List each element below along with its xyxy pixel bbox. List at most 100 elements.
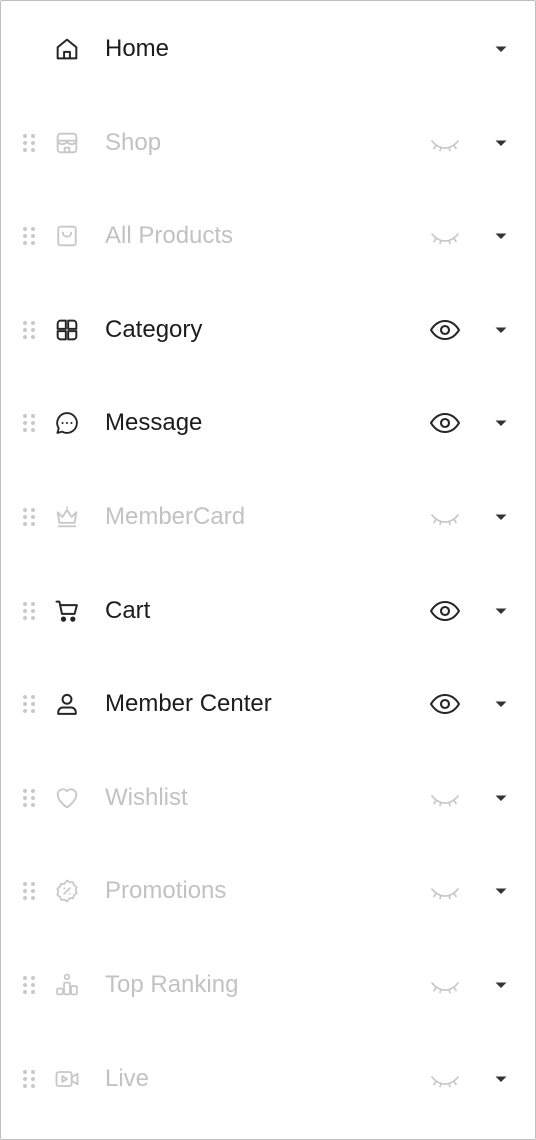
drag-handle[interactable] <box>21 507 37 527</box>
visibility-toggle[interactable] <box>427 408 463 438</box>
expand-button[interactable] <box>489 977 513 993</box>
drag-handle-icon <box>23 695 35 714</box>
drag-handle[interactable] <box>21 601 37 621</box>
nav-item-label: Top Ranking <box>105 971 239 998</box>
nav-item-shop[interactable]: Shop <box>1 113 535 173</box>
nav-item-label: MemberCard <box>105 503 246 530</box>
drag-handle[interactable] <box>21 975 37 995</box>
expand-button[interactable] <box>489 1071 513 1087</box>
drag-handle-icon <box>23 601 35 620</box>
expand-button[interactable] <box>489 603 513 619</box>
caret-down-icon <box>495 1076 507 1082</box>
nav-item-live[interactable]: Live <box>1 1049 535 1109</box>
eye-closed-icon <box>431 1075 459 1087</box>
discount-badge-icon <box>53 877 81 905</box>
eye-closed-icon <box>431 233 459 245</box>
drag-handle[interactable] <box>21 226 37 246</box>
drag-handle-icon <box>23 227 35 246</box>
drag-handle[interactable] <box>21 788 37 808</box>
drag-handle-icon <box>23 976 35 994</box>
expand-button[interactable] <box>489 41 513 57</box>
eye-icon <box>429 694 461 715</box>
drag-handle-icon <box>23 882 35 901</box>
cart-icon <box>53 597 81 625</box>
expand-button[interactable] <box>489 228 513 244</box>
nav-item-home[interactable]: Home <box>1 19 535 79</box>
expand-button[interactable] <box>489 415 513 431</box>
nav-item-label: Shop <box>105 128 162 156</box>
ranking-podium-icon <box>53 971 81 999</box>
drag-handle[interactable] <box>21 320 37 340</box>
nav-item-member-center[interactable]: Member Center <box>1 674 535 734</box>
visibility-toggle[interactable] <box>427 596 463 626</box>
nav-item-top-ranking[interactable]: Top Ranking <box>1 955 535 1015</box>
visibility-toggle[interactable] <box>427 1064 463 1094</box>
expand-button[interactable] <box>489 322 513 338</box>
caret-down-icon <box>495 982 507 988</box>
nav-item-membercard[interactable]: MemberCard <box>1 487 535 547</box>
eye-icon <box>429 600 461 621</box>
caret-down-icon <box>495 795 507 801</box>
expand-button[interactable] <box>489 135 513 151</box>
nav-item-label: All Products <box>105 222 234 250</box>
nav-item-message[interactable]: Message <box>1 393 535 453</box>
drag-handle[interactable] <box>21 1069 37 1089</box>
caret-down-icon <box>495 140 507 146</box>
drag-handle-icon <box>23 508 35 526</box>
nav-item-label: Category <box>105 315 203 343</box>
visibility-toggle[interactable] <box>427 783 463 813</box>
drag-handle[interactable] <box>21 133 37 153</box>
visibility-toggle[interactable] <box>427 221 463 251</box>
caret-down-icon <box>495 420 507 427</box>
expand-button[interactable] <box>489 696 513 712</box>
visibility-toggle[interactable] <box>427 502 463 532</box>
chat-bubble-icon <box>53 409 81 437</box>
caret-down-icon <box>495 608 507 614</box>
drag-handle[interactable] <box>21 881 37 901</box>
expand-button[interactable] <box>489 509 513 525</box>
eye-icon <box>429 319 461 340</box>
crown-icon <box>53 503 81 531</box>
caret-down-icon <box>495 233 507 240</box>
drag-handle-icon <box>23 320 35 339</box>
eye-closed-icon <box>431 888 459 900</box>
nav-item-label: Message <box>105 409 203 437</box>
category-grid-icon <box>53 316 81 344</box>
navigation-settings-panel: Home Shop All Products Category Message Membe… <box>0 0 536 1140</box>
drag-handle-icon <box>23 788 35 807</box>
eye-closed-icon <box>431 794 459 807</box>
caret-down-icon <box>495 701 507 708</box>
visibility-toggle[interactable] <box>427 876 463 906</box>
drag-handle-icon <box>23 414 35 433</box>
drag-handle[interactable] <box>21 694 37 714</box>
nav-item-promotions[interactable]: Promotions <box>1 861 535 921</box>
shop-icon <box>53 129 81 157</box>
eye-closed-icon <box>431 514 459 526</box>
shopping-bag-icon <box>53 222 81 250</box>
user-icon <box>53 690 81 718</box>
drag-handle[interactable] <box>21 413 37 433</box>
video-camera-icon <box>53 1065 81 1093</box>
nav-item-label: Promotions <box>105 877 227 905</box>
nav-item-label: Wishlist <box>105 783 188 811</box>
visibility-toggle[interactable] <box>427 689 463 719</box>
expand-button[interactable] <box>489 883 513 899</box>
nav-item-label: Cart <box>105 596 151 624</box>
nav-item-wishlist[interactable]: Wishlist <box>1 768 535 828</box>
drag-handle-icon <box>23 133 35 152</box>
nav-item-label: Member Center <box>105 690 272 718</box>
drag-handle-icon <box>23 1069 35 1088</box>
nav-item-all-products[interactable]: All Products <box>1 206 535 266</box>
visibility-toggle[interactable] <box>427 970 463 1000</box>
home-icon <box>53 35 81 63</box>
visibility-toggle[interactable] <box>427 128 463 158</box>
nav-item-label: Home <box>105 35 170 62</box>
caret-down-icon <box>495 514 507 520</box>
caret-down-icon <box>495 888 507 895</box>
visibility-toggle[interactable] <box>427 315 463 345</box>
nav-item-cart[interactable]: Cart <box>1 581 535 641</box>
heart-icon <box>53 784 81 812</box>
nav-item-category[interactable]: Category <box>1 300 535 360</box>
eye-closed-icon <box>431 982 459 994</box>
expand-button[interactable] <box>489 790 513 806</box>
